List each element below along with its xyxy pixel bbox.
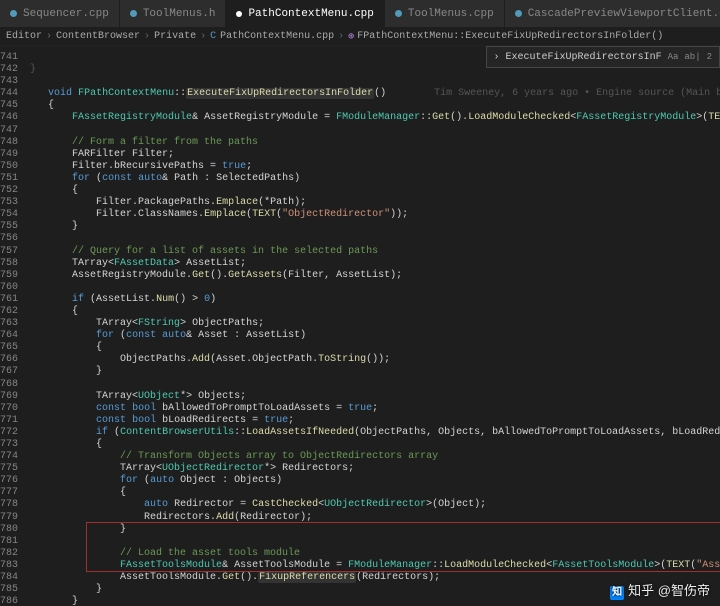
code-area[interactable]: } void FPathContextMenu::ExecuteFixUpRed… (26, 46, 720, 606)
tab-pathcontextmenu[interactable]: PathContextMenu.cpp (226, 0, 384, 27)
tab-sequencer[interactable]: Sequencer.cpp (0, 0, 120, 27)
watermark: 知知乎 @智伤帝 (610, 580, 710, 600)
breadcrumb-file[interactable]: PathContextMenu.cpp (220, 31, 334, 42)
code-editor[interactable]: 741 742 743 744 745 746 747 748 749 750 … (0, 46, 720, 606)
breadcrumb-part[interactable]: ContentBrowser (56, 31, 140, 42)
find-widget[interactable]: › ExecuteFixUpRedirectorsInF Aa ab| 2 (486, 46, 720, 68)
line-numbers: 741 742 743 744 745 746 747 748 749 750 … (0, 46, 26, 606)
codelens: Tim Sweeney, 6 years ago • Engine source… (434, 88, 720, 99)
cpp-file-icon: C (210, 31, 216, 42)
breadcrumb-part[interactable]: Editor (6, 31, 42, 42)
tab-toolmenus-cpp[interactable]: ToolMenus.cpp (385, 0, 505, 27)
breadcrumb[interactable]: Editor› ContentBrowser› Private› C PathC… (0, 28, 720, 46)
zhihu-icon: 知 (610, 586, 624, 600)
find-prev-icon[interactable]: › (494, 52, 500, 63)
breadcrumb-symbol[interactable]: FPathContextMenu::ExecuteFixUpRedirector… (357, 31, 663, 42)
tab-toolmenus-h[interactable]: ToolMenus.h (120, 0, 227, 27)
find-case-icon[interactable]: Aa (668, 52, 679, 62)
tab-cascade[interactable]: CascadePreviewViewportClient.cpp (505, 0, 720, 27)
editor-tabs: Sequencer.cpp ToolMenus.h PathContextMen… (0, 0, 720, 28)
find-regex-icon[interactable]: ab| (684, 52, 700, 62)
find-count: 2 (707, 52, 712, 62)
method-icon: ⊕ (348, 31, 354, 43)
breadcrumb-part[interactable]: Private (154, 31, 196, 42)
find-input[interactable]: ExecuteFixUpRedirectorsInF (506, 52, 662, 63)
